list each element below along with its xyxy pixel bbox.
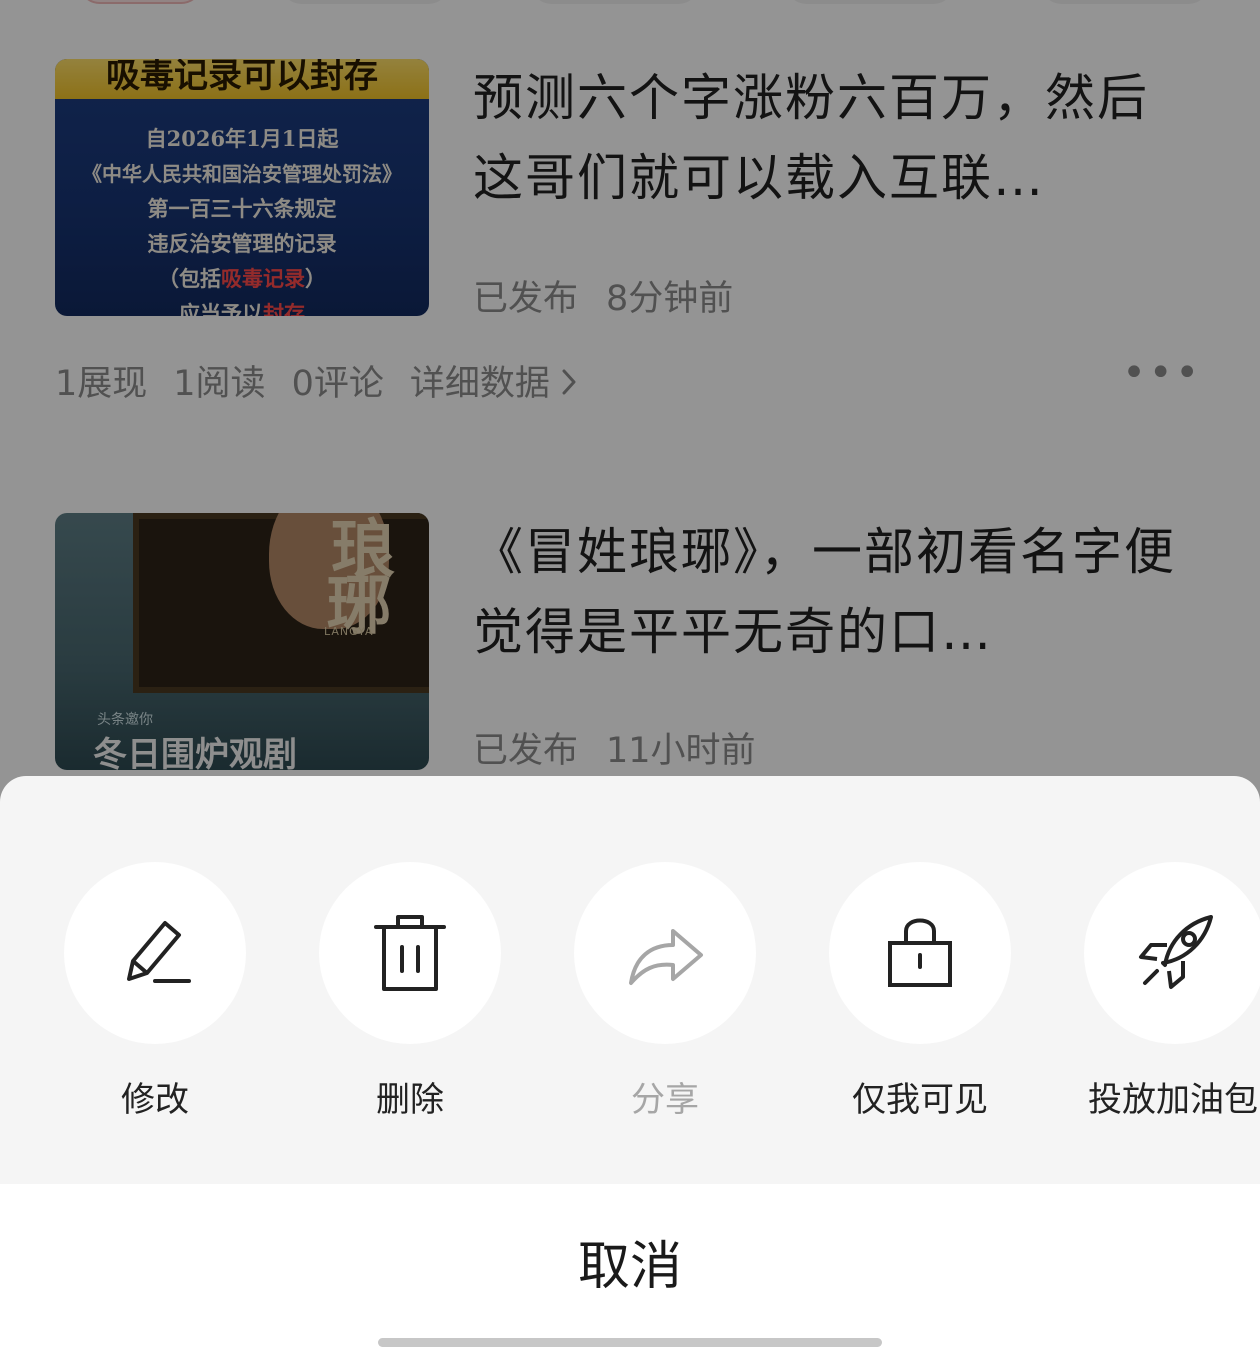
rocket-icon: [1139, 915, 1213, 989]
delete-button[interactable]: [319, 862, 501, 1044]
cancel-button[interactable]: 取消: [0, 1224, 1260, 1299]
boost-label: 投放加油包: [1088, 1080, 1258, 1120]
share-button[interactable]: [574, 862, 756, 1044]
edit-label: 修改: [121, 1080, 189, 1120]
private-label: 仅我可见: [852, 1080, 988, 1120]
share-arrow-icon: [629, 929, 703, 985]
edit-action[interactable]: 修改: [64, 862, 246, 1121]
pencil-icon: [127, 921, 191, 983]
private-button[interactable]: [829, 862, 1011, 1044]
private-action[interactable]: 仅我可见: [829, 862, 1011, 1121]
boost-button[interactable]: [1084, 862, 1260, 1044]
home-indicator[interactable]: [378, 1338, 882, 1347]
delete-action[interactable]: 删除: [319, 862, 501, 1121]
trash-icon: [374, 915, 446, 991]
cancel-bar: 取消: [0, 1184, 1260, 1351]
lock-icon: [888, 918, 952, 987]
action-sheet: 修改 删除 分享 仅我可见 投放加油包 取消: [0, 776, 1260, 1351]
edit-button[interactable]: [64, 862, 246, 1044]
delete-label: 删除: [376, 1080, 444, 1120]
boost-action[interactable]: 投放加油包: [1084, 862, 1260, 1121]
share-label: 分享: [631, 1080, 699, 1120]
share-action[interactable]: 分享: [574, 862, 756, 1121]
